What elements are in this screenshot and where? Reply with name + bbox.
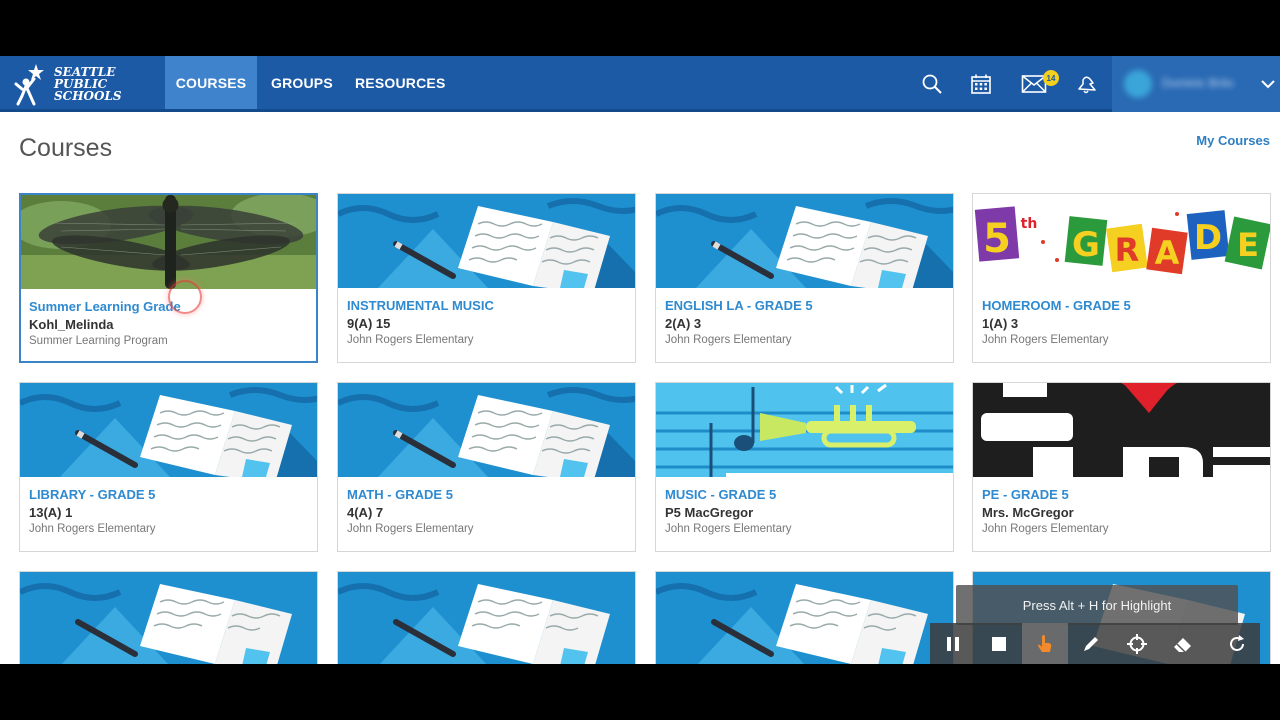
svg-text:5: 5	[983, 216, 1011, 262]
book-illustration	[656, 572, 953, 664]
course-section: 9(A) 15	[347, 316, 391, 331]
logo-figure-icon	[14, 64, 44, 106]
course-section: P5 MacGregor	[665, 505, 754, 520]
book-illustration	[338, 383, 635, 477]
logo-text: SEATTLE PUBLIC SCHOOLS	[54, 65, 122, 103]
course-title[interactable]: PE - GRADE 5	[982, 487, 1069, 502]
course-section: 4(A) 7	[347, 505, 384, 520]
course-card[interactable]: INSTRUMENTAL MUSIC 9(A) 15 John Rogers E…	[337, 193, 636, 363]
tab-resources[interactable]: RESOURCES	[341, 56, 459, 109]
course-card[interactable]: 5 th G R A D E HOMEROOM - GRADE 5 1(A) 3…	[972, 193, 1271, 363]
svg-text:A: A	[1155, 234, 1180, 272]
user-menu[interactable]: Dominic Brito	[1112, 56, 1280, 112]
page-title: Courses	[19, 134, 113, 162]
svg-text:G: G	[1072, 225, 1100, 265]
my-courses-link[interactable]: My Courses	[1196, 133, 1270, 148]
course-card[interactable]: LIBRARY - GRADE 5 13(A) 1 John Rogers El…	[19, 382, 318, 552]
course-title[interactable]: MATH - GRADE 5	[347, 487, 453, 502]
cursor-highlight	[168, 280, 202, 314]
course-school: John Rogers Elementary	[347, 334, 474, 346]
stop-icon[interactable]	[976, 623, 1022, 664]
course-card[interactable]	[337, 571, 636, 664]
dragonfly-photo	[21, 195, 316, 289]
course-card[interactable]	[655, 571, 954, 664]
course-school: John Rogers Elementary	[29, 523, 156, 535]
i-heart-pe	[973, 383, 1270, 477]
course-card[interactable]: ENGLISH LA - GRADE 5 2(A) 3 John Rogers …	[655, 193, 954, 363]
crosshair-icon[interactable]	[1114, 623, 1160, 664]
course-card[interactable]: MUSIC - GRADE 5 P5 MacGregor John Rogers…	[655, 382, 954, 552]
tab-groups[interactable]: GROUPS	[257, 56, 347, 109]
app-screen: SEATTLE PUBLIC SCHOOLS COURSES GROUPS RE…	[0, 56, 1280, 664]
svg-text:R: R	[1115, 231, 1140, 269]
recorder-hint: Press Alt + H for Highlight	[956, 585, 1238, 625]
course-title[interactable]: MUSIC - GRADE 5	[665, 487, 776, 502]
book-illustration	[338, 194, 635, 288]
course-section: 13(A) 1	[29, 505, 73, 520]
course-section: 1(A) 3	[982, 316, 1019, 331]
course-school: John Rogers Elementary	[665, 334, 792, 346]
book-illustration	[656, 194, 953, 288]
book-illustration	[338, 572, 635, 664]
course-card[interactable]: Summer Learning Grade Kohl_Melinda Summe…	[19, 193, 318, 363]
course-section: Kohl_Melinda	[29, 317, 114, 332]
course-card[interactable]	[19, 571, 318, 664]
pause-icon[interactable]	[930, 623, 976, 664]
svg-text:D: D	[1194, 218, 1222, 258]
svg-text:th: th	[1021, 216, 1038, 232]
tab-courses[interactable]: COURSES	[165, 56, 257, 109]
user-name: Dominic Brito	[1162, 76, 1234, 90]
pointer-icon[interactable]	[1022, 623, 1068, 664]
svg-text:E: E	[1237, 226, 1259, 264]
course-school: Summer Learning Program	[29, 335, 168, 347]
eraser-icon[interactable]	[1160, 623, 1206, 664]
course-title[interactable]: Summer Learning Grade	[29, 299, 181, 314]
pen-icon[interactable]	[1068, 623, 1114, 664]
calendar-icon[interactable]	[967, 70, 995, 98]
course-school: John Rogers Elementary	[982, 523, 1109, 535]
notifications-icon[interactable]	[1072, 70, 1100, 98]
course-title[interactable]: ENGLISH LA - GRADE 5	[665, 298, 813, 313]
recorder-toolbar	[930, 623, 1260, 664]
top-navigation-bar: SEATTLE PUBLIC SCHOOLS COURSES GROUPS RE…	[0, 56, 1280, 112]
book-illustration	[20, 572, 317, 664]
5th-grade-banner: 5 th G R A D E	[973, 194, 1270, 288]
course-section: Mrs. McGregor	[982, 505, 1074, 520]
course-section: 2(A) 3	[665, 316, 702, 331]
course-school: John Rogers Elementary	[347, 523, 474, 535]
trumpet-illustration	[656, 383, 953, 477]
course-school: John Rogers Elementary	[982, 334, 1109, 346]
chevron-down-icon[interactable]	[1260, 76, 1276, 92]
course-card[interactable]: MATH - GRADE 5 4(A) 7 John Rogers Elemen…	[337, 382, 636, 552]
course-title[interactable]: LIBRARY - GRADE 5	[29, 487, 155, 502]
course-card[interactable]: PE - GRADE 5 Mrs. McGregor John Rogers E…	[972, 382, 1271, 552]
refresh-icon[interactable]	[1214, 623, 1260, 664]
search-icon[interactable]	[918, 70, 946, 98]
course-title[interactable]: HOMEROOM - GRADE 5	[982, 298, 1131, 313]
avatar	[1124, 70, 1152, 98]
course-school: John Rogers Elementary	[665, 523, 792, 535]
book-illustration	[20, 383, 317, 477]
course-title[interactable]: INSTRUMENTAL MUSIC	[347, 298, 494, 313]
seattle-public-schools-logo[interactable]: SEATTLE PUBLIC SCHOOLS	[14, 60, 138, 108]
mail-count-badge: 14	[1043, 70, 1059, 86]
